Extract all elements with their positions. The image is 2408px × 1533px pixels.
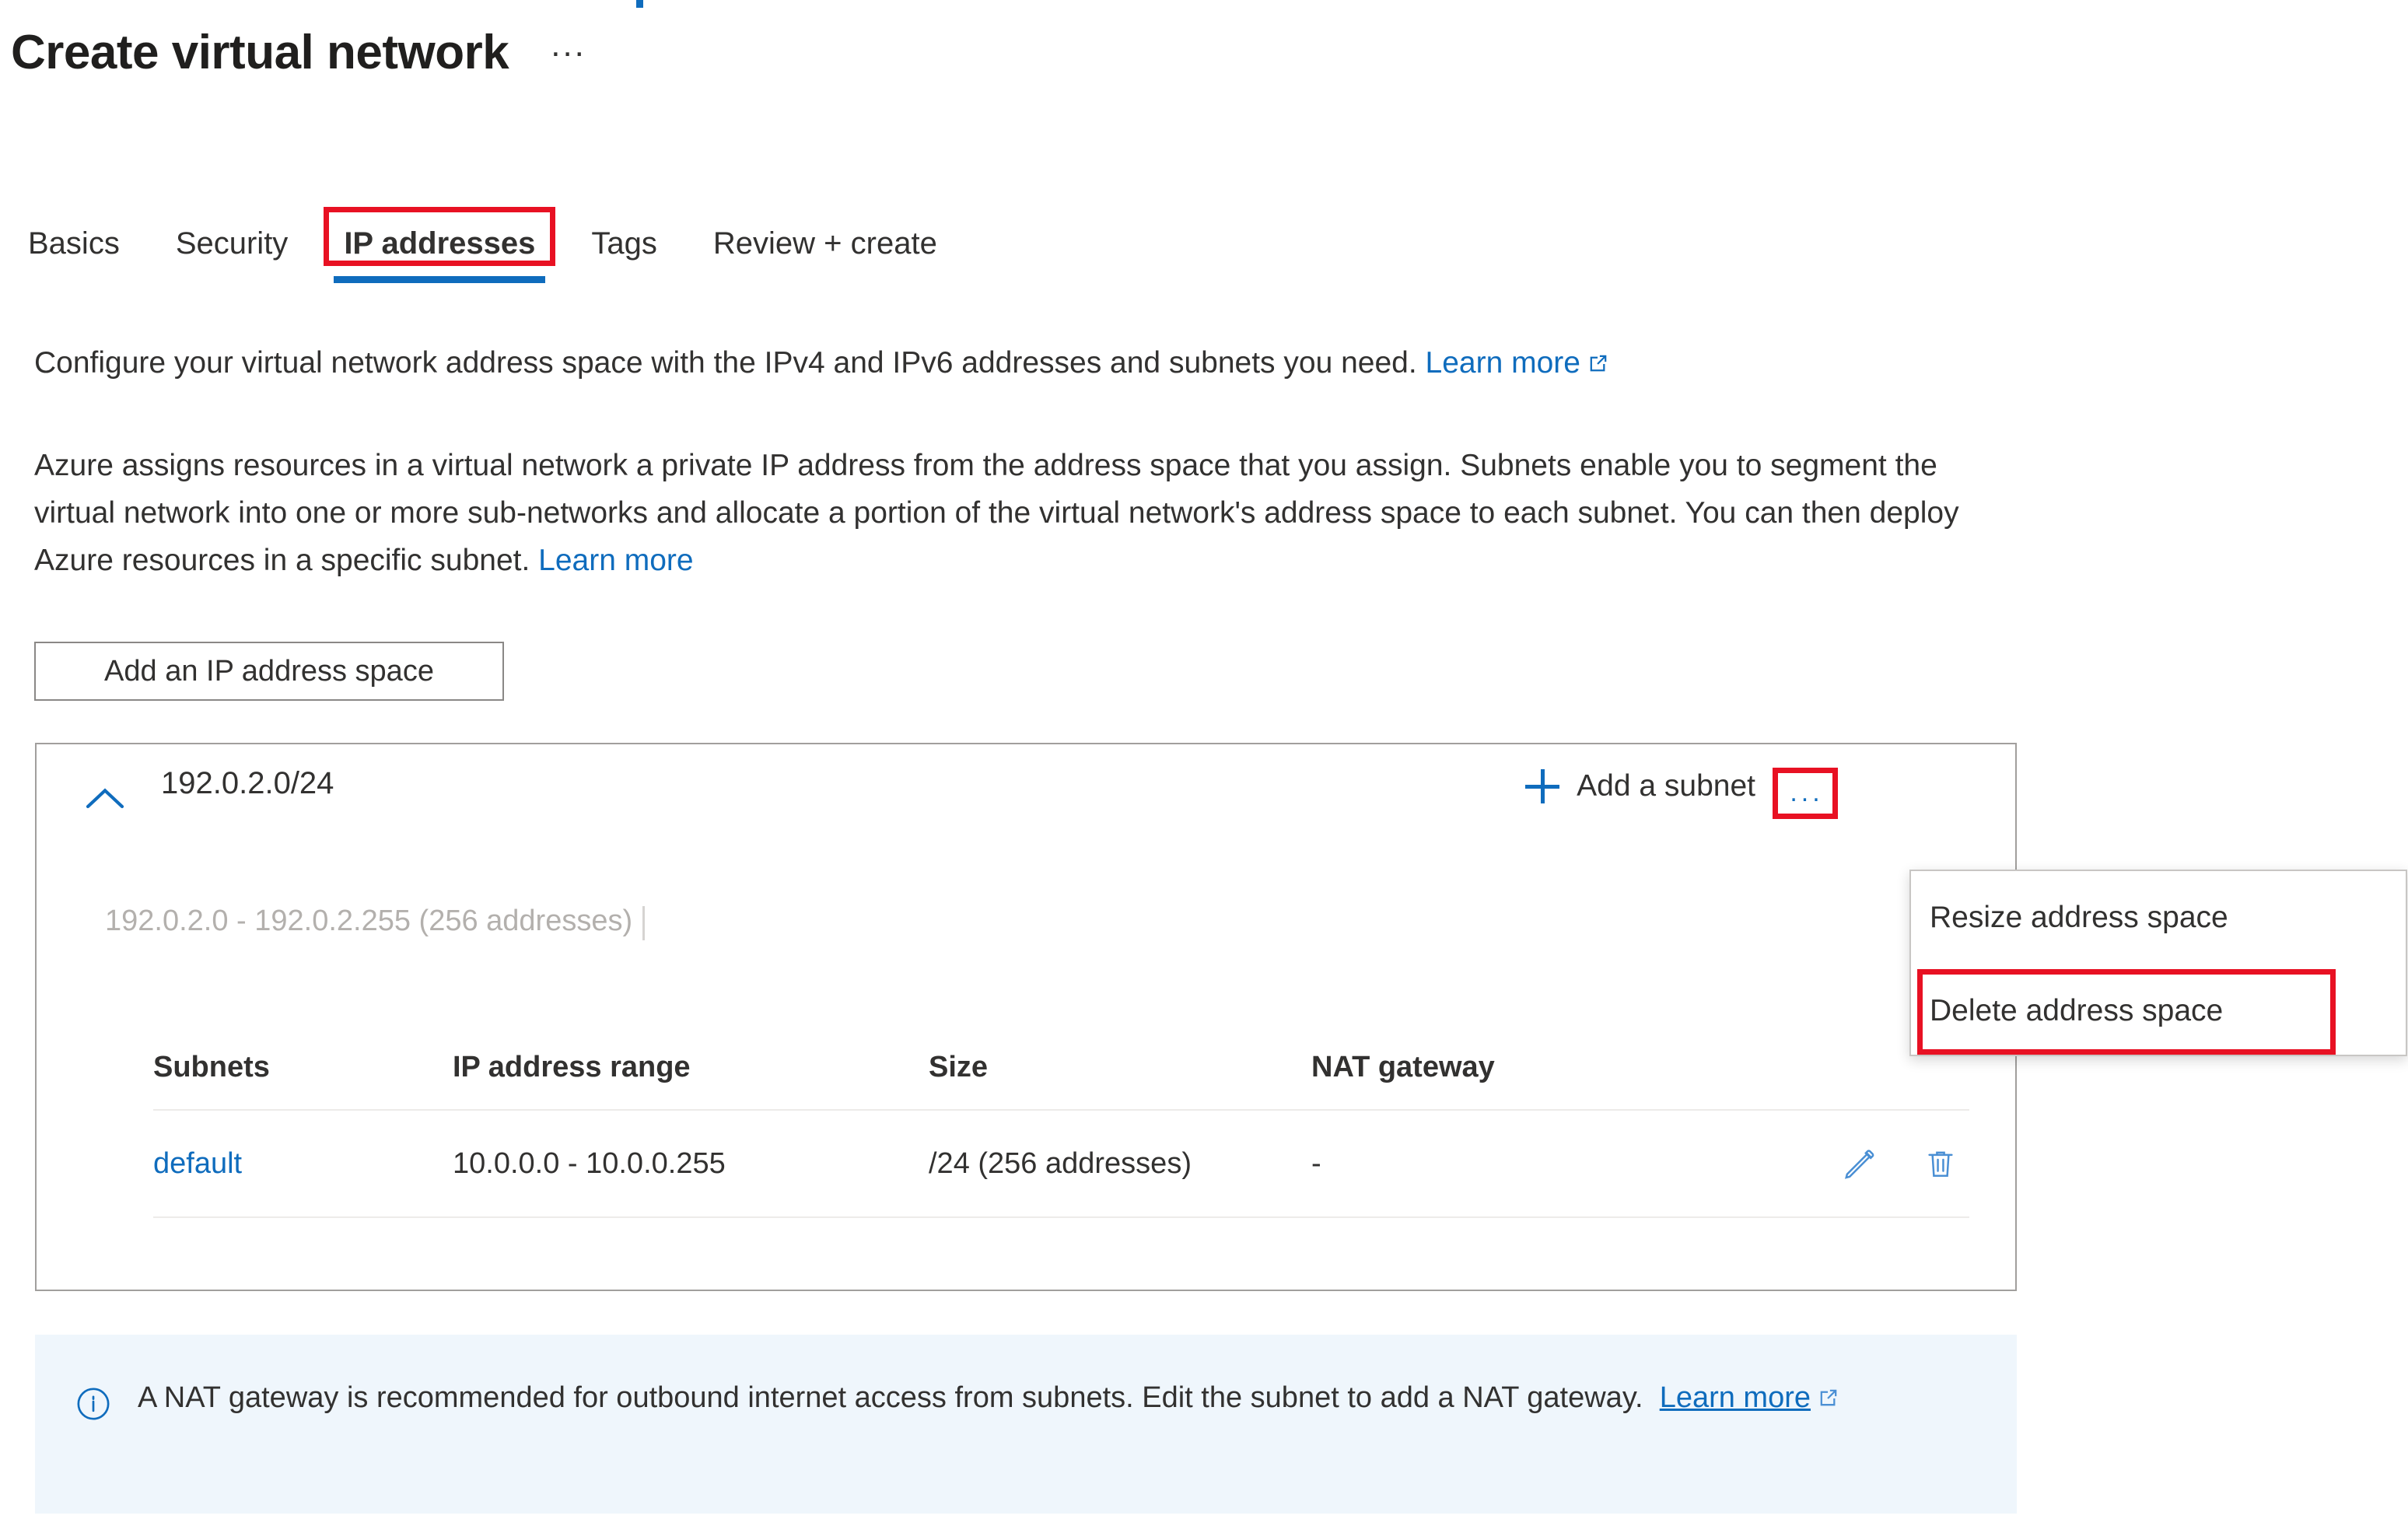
column-header-subnets: Subnets <box>153 1050 270 1083</box>
row-actions <box>1814 1146 1969 1181</box>
cell-nat-gateway: - <box>1311 1146 1321 1180</box>
cell-ip-address-range: 10.0.0.0 - 10.0.0.255 <box>453 1146 726 1180</box>
table-row: default 10.0.0.0 - 10.0.0.255 /24 (256 a… <box>153 1111 1969 1218</box>
tab-ip-addresses-label: IP addresses <box>344 226 536 261</box>
page-title: Create virtual network <box>11 26 509 79</box>
intro-paragraph-1-text: Configure your virtual network address s… <box>34 346 1417 380</box>
add-a-subnet-button[interactable]: Add a subnet <box>1525 769 1755 803</box>
add-a-subnet-label: Add a subnet <box>1577 769 1755 803</box>
edit-pencil-icon[interactable] <box>1842 1146 1878 1181</box>
tab-basics-label: Basics <box>28 226 120 261</box>
tab-basics[interactable]: Basics <box>0 212 148 275</box>
column-header-size: Size <box>929 1050 989 1083</box>
ellipsis-icon: ... <box>1790 778 1824 808</box>
learn-more-link-2[interactable]: Learn more <box>538 544 693 577</box>
banner-external-link-icon <box>1817 1386 1840 1409</box>
plus-icon <box>1525 769 1560 803</box>
menu-item-delete-label: Delete address space <box>1930 994 2224 1027</box>
learn-more-link-1[interactable]: Learn more <box>1426 346 1580 380</box>
banner-learn-more-link[interactable]: Learn more <box>1660 1381 1811 1414</box>
tab-review-create-label: Review + create <box>712 226 937 261</box>
subnet-link-default[interactable]: default <box>153 1147 242 1180</box>
address-space-cidr: 192.0.2.0/24 <box>161 766 334 800</box>
cell-subnet-name: default <box>153 1147 453 1181</box>
tab-selected-underline <box>334 276 546 283</box>
address-space-more-button[interactable]: ... <box>1773 768 1838 819</box>
address-space-header: 192.0.2.0/24 Add a subnet ... <box>37 744 2015 853</box>
tab-bar: Basics Security IP addresses Tags Review… <box>0 207 965 297</box>
intro-paragraph-1: Configure your virtual network address s… <box>34 339 1979 387</box>
menu-item-delete-address-space[interactable]: Delete address space <box>1911 964 2406 1058</box>
tab-tags-label: Tags <box>591 226 657 261</box>
table-header-row: Subnets IP address range Size NAT gatewa… <box>153 1025 1969 1111</box>
menu-item-resize-label: Resize address space <box>1930 901 2228 934</box>
external-link-icon <box>1587 352 1610 375</box>
chevron-up-icon[interactable] <box>83 777 127 821</box>
info-icon <box>75 1386 111 1422</box>
tab-tags[interactable]: Tags <box>563 212 685 275</box>
banner-message-text: A NAT gateway is recommended for outboun… <box>138 1381 1643 1414</box>
column-header-ip-address-range: IP address range <box>453 1050 691 1083</box>
address-space-context-menu: Resize address space Delete address spac… <box>1909 870 2407 1056</box>
subnets-table: Subnets IP address range Size NAT gatewa… <box>153 1025 1969 1218</box>
tab-security-label: Security <box>175 226 289 261</box>
intro-paragraph-2-text: Azure assigns resources in a virtual net… <box>34 449 1959 577</box>
add-ip-address-space-button[interactable]: Add an IP address space <box>34 642 504 701</box>
nat-gateway-info-banner: A NAT gateway is recommended for outboun… <box>35 1335 2017 1514</box>
address-space-range-summary: 192.0.2.0 - 192.0.2.255 (256 addresses) <box>105 905 646 940</box>
banner-message: A NAT gateway is recommended for outboun… <box>138 1375 1840 1420</box>
menu-item-resize-address-space[interactable]: Resize address space <box>1911 871 2406 964</box>
page-header: Create virtual network ... <box>11 28 586 78</box>
cell-size: /24 (256 addresses) <box>929 1146 1192 1180</box>
tab-security[interactable]: Security <box>148 212 317 275</box>
tab-ip-addresses[interactable]: IP addresses <box>316 207 563 283</box>
column-header-nat-gateway: NAT gateway <box>1311 1050 1495 1083</box>
tab-review-create[interactable]: Review + create <box>685 212 965 275</box>
intro-paragraph-2: Azure assigns resources in a virtual net… <box>34 442 2025 584</box>
top-breadcrumb-fragment <box>636 0 643 8</box>
page-more-icon[interactable]: ... <box>551 28 586 78</box>
delete-trash-icon[interactable] <box>1923 1146 1958 1181</box>
